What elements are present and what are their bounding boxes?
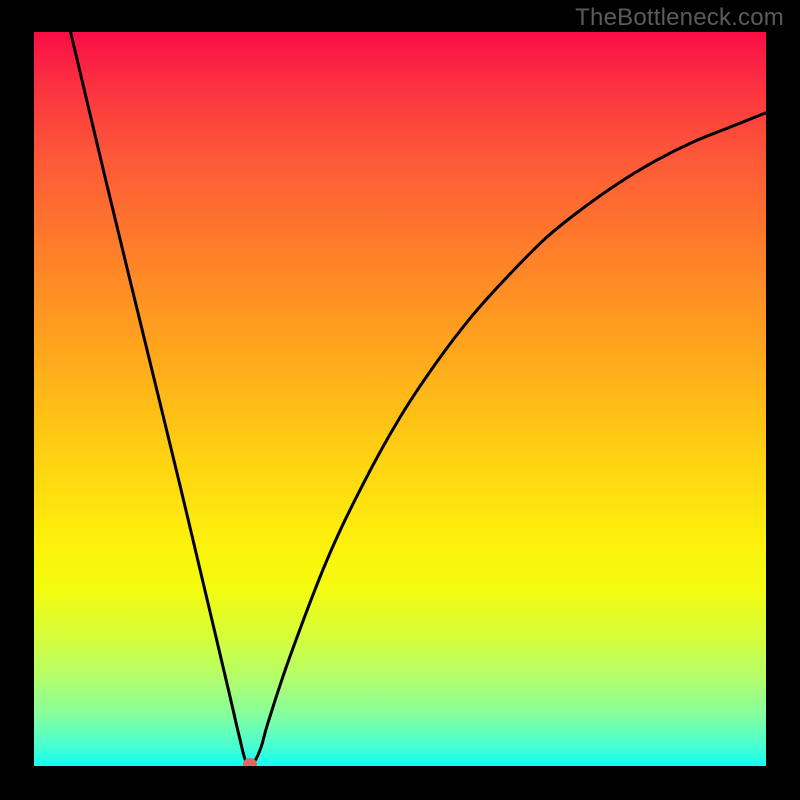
watermark-text: TheBottleneck.com (575, 4, 784, 32)
minimum-marker-icon (243, 758, 257, 766)
curve-svg (34, 32, 766, 766)
plot-area (34, 32, 766, 766)
bottleneck-curve (34, 32, 766, 765)
chart-frame: TheBottleneck.com (0, 0, 800, 800)
